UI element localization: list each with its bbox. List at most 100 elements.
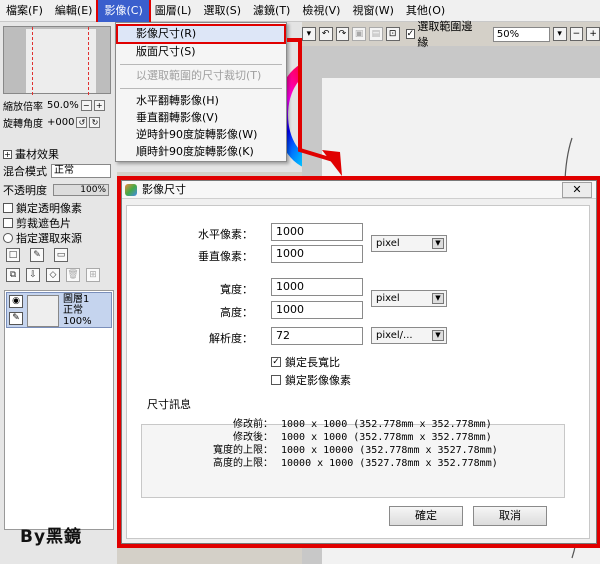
deselect-icon[interactable]: ▣ xyxy=(352,27,366,41)
layer-mode: 正常 xyxy=(63,305,83,316)
info-key: 寬度的上限： xyxy=(213,445,273,456)
cancel-button[interactable]: 取消 xyxy=(473,506,547,526)
pixel-unit-select[interactable]: pixel ▼ xyxy=(371,235,447,252)
selection-edge-label: 選取範圍邊緣 xyxy=(417,20,473,49)
undo-icon[interactable]: ↶ xyxy=(318,27,333,41)
lock-pixels-label: 鎖定影像像素 xyxy=(285,374,351,387)
layer-info: 圖層1 正常 100% xyxy=(63,294,92,327)
menu-edit[interactable]: 編輯(E) xyxy=(49,0,99,22)
navigator-thumbnail[interactable] xyxy=(3,26,111,95)
resolution-input[interactable]: 72 xyxy=(271,327,363,345)
height-input[interactable]: 1000 xyxy=(271,301,363,319)
delete-layer-icon[interactable]: 🗑 xyxy=(66,268,80,282)
menu-filter[interactable]: 濾鏡(T) xyxy=(247,0,296,22)
zoom-out-icon[interactable]: − xyxy=(569,27,584,41)
select-all-icon[interactable]: ⊡ xyxy=(385,27,400,41)
menu-select[interactable]: 選取(S) xyxy=(197,0,247,22)
menu-image[interactable]: 影像(C) xyxy=(96,0,151,24)
chevron-down-icon[interactable]: ▼ xyxy=(432,330,444,341)
info-key: 高度的上限： xyxy=(213,458,273,469)
menu-separator xyxy=(120,64,282,65)
expand-icon[interactable]: + xyxy=(3,149,12,159)
blend-row: 混合模式 正常 xyxy=(3,163,111,179)
info-value: 1000 x 1000 (352.778mm x 352.778mm) xyxy=(281,432,492,443)
menu-item-rotate-ccw[interactable]: 逆時針90度旋轉影像(W) xyxy=(118,127,284,143)
layer-list: ◉ ✎ 圖層1 正常 100% xyxy=(4,290,114,530)
rotate-cw-icon[interactable]: ↻ xyxy=(89,116,101,128)
layer-item[interactable]: ◉ ✎ 圖層1 正常 100% xyxy=(6,292,112,328)
layer-thumbnail xyxy=(27,295,59,327)
width-px-input[interactable]: 1000 xyxy=(271,223,363,241)
width-label: 寬度： xyxy=(220,283,253,296)
keep-ratio-checkbox[interactable]: ✓ xyxy=(271,357,281,367)
lock-pixels-checkbox[interactable] xyxy=(271,375,281,385)
zoom-in-icon[interactable]: + xyxy=(586,27,600,41)
layer-merge-icon[interactable]: ⊞ xyxy=(86,268,100,282)
menu-item-flip-horizontal[interactable]: 水平翻轉影像(H) xyxy=(118,93,284,109)
menu-view[interactable]: 檢視(V) xyxy=(296,0,346,22)
dialog-titlebar: 影像尺寸 ✕ xyxy=(122,181,596,199)
size-unit-select[interactable]: pixel ▼ xyxy=(371,290,447,307)
zoom-dropdown-icon[interactable]: ▾ xyxy=(552,27,567,41)
width-px-label: 水平像素： xyxy=(198,228,253,241)
invert-selection-icon[interactable]: ▤ xyxy=(369,27,383,41)
dialog-body: 水平像素： 1000 垂直像素： 1000 pixel ▼ 寬度： 1000 高… xyxy=(126,205,590,539)
select-source-label: 指定選取來源 xyxy=(16,232,82,245)
keep-ratio-label: 鎖定長寬比 xyxy=(285,356,340,369)
menu-item-image-size[interactable]: 影像尺寸(R) xyxy=(116,24,286,44)
menu-layer[interactable]: 圖層(L) xyxy=(149,0,198,22)
lock-transparency-checkbox[interactable] xyxy=(3,203,13,213)
menu-item-canvas-size[interactable]: 版面尺寸(S) xyxy=(118,44,284,60)
zoom-minus-icon[interactable]: − xyxy=(80,99,92,111)
selection-edge-checkbox[interactable]: ✓ xyxy=(405,29,416,39)
clip-mask-option[interactable]: 剪裁遮色片 xyxy=(3,215,71,231)
ok-button[interactable]: 確定 xyxy=(389,506,463,526)
select-source-option[interactable]: 指定選取來源 xyxy=(3,230,82,246)
signature-watermark: By黑鏡 xyxy=(20,527,83,547)
dialog-title: 影像尺寸 xyxy=(142,183,186,196)
redo-icon[interactable]: ↷ xyxy=(335,27,350,41)
image-size-dialog: 影像尺寸 ✕ 水平像素： 1000 垂直像素： 1000 pixel ▼ 寬度：… xyxy=(121,180,597,544)
new-folder-icon[interactable]: ▭ xyxy=(54,248,68,262)
zoom-select[interactable]: 50% xyxy=(492,26,550,42)
opacity-label: 不透明度 xyxy=(3,184,47,197)
select-source-radio[interactable] xyxy=(3,233,13,243)
collapse-icon[interactable]: ▾ xyxy=(302,27,316,41)
chevron-down-icon[interactable]: ▼ xyxy=(432,293,444,304)
new-vector-layer-icon[interactable]: ✎ xyxy=(30,248,44,262)
close-icon[interactable]: ✕ xyxy=(562,182,592,198)
clear-layer-icon[interactable]: ◇ xyxy=(46,268,60,282)
layer-tools-row2: ⧉ ⇩ ◇ 🗑 ⊞ xyxy=(6,268,100,282)
blend-mode-select[interactable]: 正常 xyxy=(51,164,111,178)
eye-icon[interactable]: ◉ xyxy=(9,295,23,308)
height-px-input[interactable]: 1000 xyxy=(271,245,363,263)
keep-ratio-option[interactable]: ✓ 鎖定長寬比 xyxy=(271,354,340,370)
rotate-value[interactable]: +000 xyxy=(47,117,74,128)
menu-item-flip-vertical[interactable]: 垂直翻轉影像(V) xyxy=(118,110,284,126)
menu-window[interactable]: 視窗(W) xyxy=(346,0,399,22)
zoom-value[interactable]: 50.0% xyxy=(47,100,79,111)
new-layer-icon[interactable]: □ xyxy=(6,248,20,262)
merge-down-icon[interactable]: ⇩ xyxy=(26,268,40,282)
clip-mask-checkbox[interactable] xyxy=(3,218,13,228)
lock-pixels-option[interactable]: 鎖定影像像素 xyxy=(271,372,351,388)
chevron-down-icon[interactable]: ▼ xyxy=(432,238,444,249)
menu-item-rotate-cw[interactable]: 順時針90度旋轉影像(K) xyxy=(118,144,284,160)
menu-file[interactable]: 檔案(F) xyxy=(0,0,49,22)
zoom-plus-icon[interactable]: + xyxy=(93,99,105,111)
copy-layer-icon[interactable]: ⧉ xyxy=(6,268,20,282)
width-input[interactable]: 1000 xyxy=(271,278,363,296)
resolution-unit-select[interactable]: pixel/... ▼ xyxy=(371,327,447,344)
lock-transparency-label: 鎖定透明像素 xyxy=(16,202,82,215)
rotate-ccw-icon[interactable]: ↺ xyxy=(76,116,88,128)
pen-icon[interactable]: ✎ xyxy=(9,312,23,325)
opacity-slider[interactable]: 100% xyxy=(53,184,109,196)
texture-section[interactable]: + 畫材效果 xyxy=(3,146,59,162)
layer-opacity: 100% xyxy=(63,316,92,327)
blend-label: 混合模式 xyxy=(3,165,47,178)
lock-transparency-option[interactable]: 鎖定透明像素 xyxy=(3,200,82,216)
clip-mask-label: 剪裁遮色片 xyxy=(16,217,71,230)
app-icon xyxy=(125,184,137,196)
selection-edge-toggle[interactable]: ✓ 選取範圍邊緣 xyxy=(405,18,482,50)
menu-item-crop-to-selection[interactable]: 以選取範圍的尺寸裁切(T) xyxy=(118,68,284,84)
